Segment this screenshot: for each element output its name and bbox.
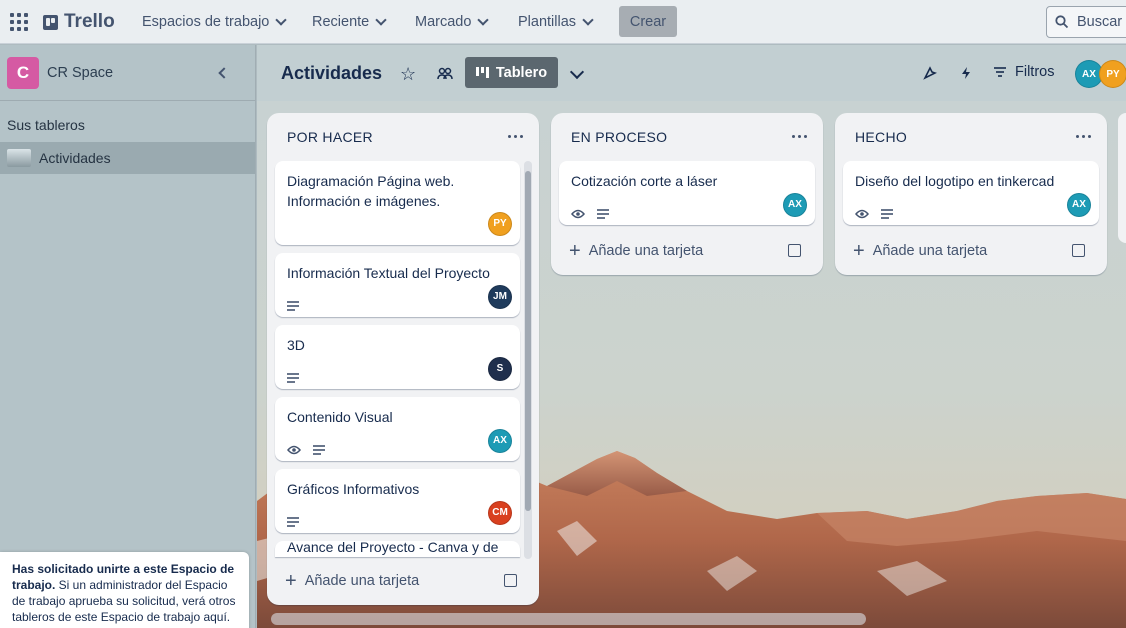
card-title: 3D (287, 337, 305, 353)
card-member-avatar[interactable]: JM (488, 285, 512, 309)
nav-workspaces[interactable]: Espacios de trabajo (142, 0, 288, 44)
add-card-button[interactable]: + Añade una tarjeta (275, 565, 531, 597)
card[interactable]: 3D S (275, 325, 520, 389)
card-template-icon[interactable] (1072, 244, 1085, 257)
card[interactable]: Información Textual del Proyecto JM (275, 253, 520, 317)
card[interactable]: Diseño del logotipo en tinkercad AX (843, 161, 1099, 225)
app-switcher-icon[interactable] (10, 13, 28, 31)
card-title: Contenido Visual (287, 409, 393, 425)
card-member-avatar[interactable]: CM (488, 501, 512, 525)
list-menu-icon[interactable] (792, 135, 807, 138)
list-title[interactable]: HECHO (835, 113, 1107, 161)
filter-icon (994, 67, 1006, 77)
plus-icon: + (569, 240, 581, 262)
workspace-sidebar: C CR Space Sus tableros Actividades Has … (0, 45, 256, 628)
view-switcher-chevron-icon[interactable] (569, 64, 585, 80)
board-view-button[interactable]: Tablero (465, 57, 558, 88)
description-icon (287, 517, 299, 527)
card-title: Avance del Proyecto - Canva y de (287, 541, 499, 555)
create-button[interactable]: Crear (619, 6, 677, 37)
boards-section-title: Sus tableros (7, 117, 85, 133)
plus-icon: + (285, 570, 297, 592)
board-member-avatar[interactable]: PY (1099, 60, 1126, 88)
chevron-down-icon (275, 14, 288, 26)
filters-button[interactable]: Filtros (993, 64, 1054, 80)
collapse-sidebar-icon[interactable] (218, 67, 230, 79)
nav-recent[interactable]: Reciente (312, 0, 387, 44)
card[interactable]: Cotización corte a láser AX (559, 161, 815, 225)
card-member-avatar[interactable]: AX (1067, 193, 1091, 217)
nav-starred[interactable]: Marcado (415, 0, 490, 44)
workspace-avatar[interactable]: C (7, 56, 39, 89)
card[interactable]: Avance del Proyecto - Canva y de (275, 541, 520, 557)
description-icon (313, 445, 325, 455)
join-request-notice: Has solicitado unirte a este Espacio de … (0, 552, 249, 628)
list-en-proceso: EN PROCESO Cotización corte a láser AX +… (551, 113, 823, 275)
star-icon[interactable]: ☆ (400, 64, 416, 85)
add-card-button[interactable]: + Añade una tarjeta (559, 235, 815, 267)
card[interactable]: Contenido Visual AX (275, 397, 520, 461)
list-scrollbar[interactable] (524, 161, 532, 559)
card-member-avatar[interactable]: AX (488, 429, 512, 453)
trello-logo-icon (43, 14, 58, 30)
board-header: Actividades ☆ Tablero Filtros AX PY (257, 45, 1126, 101)
watching-eye-icon (287, 445, 301, 455)
add-card-button[interactable]: + Añade una tarjeta (843, 235, 1099, 267)
card-member-avatar[interactable]: PY (488, 212, 512, 236)
list-title[interactable]: EN PROCESO (551, 113, 823, 161)
card-title: Gráficos Informativos (287, 481, 420, 497)
card-member-avatar[interactable]: AX (783, 193, 807, 217)
list-title[interactable]: POR HACER (267, 113, 539, 161)
watching-eye-icon (855, 209, 869, 219)
board-title[interactable]: Actividades (281, 63, 382, 84)
card[interactable]: Diagramación Página web. Información e i… (275, 161, 520, 245)
search-icon (1055, 15, 1069, 29)
card[interactable]: Gráficos Informativos CM (275, 469, 520, 533)
card-title: Información Textual del Proyecto (287, 265, 490, 281)
sidebar-board-actividades[interactable]: Actividades (0, 142, 255, 174)
search-input[interactable]: Buscar (1046, 6, 1126, 38)
description-icon (597, 209, 609, 219)
board-thumbnail (7, 149, 31, 167)
nav-templates[interactable]: Plantillas (518, 0, 594, 44)
card-template-icon[interactable] (788, 244, 801, 257)
chevron-down-icon (477, 14, 490, 26)
card-member-avatar[interactable]: S (488, 357, 512, 381)
watching-eye-icon (571, 209, 585, 219)
list-menu-icon[interactable] (1076, 135, 1091, 138)
workspace-visibility-icon[interactable] (437, 65, 453, 81)
list-menu-icon[interactable] (508, 135, 523, 138)
board-canvas: POR HACER Diagramación Página web. Infor… (257, 101, 1126, 628)
workspace-name[interactable]: CR Space (47, 65, 113, 81)
add-another-list-button[interactable] (1118, 113, 1126, 243)
card-title: Diagramación Página web. Información e i… (287, 173, 455, 209)
description-icon (287, 373, 299, 383)
list-hecho: HECHO Diseño del logotipo en tinkercad A… (835, 113, 1107, 275)
workspace-header: C CR Space (0, 45, 255, 101)
board-horizontal-scrollbar[interactable] (271, 613, 866, 625)
trello-logo[interactable]: Trello (43, 11, 115, 33)
scrollbar-thumb[interactable] (525, 171, 531, 511)
top-navigation-bar: Trello Espacios de trabajo Reciente Marc… (0, 0, 1126, 44)
board-view-icon (475, 66, 489, 78)
chevron-down-icon (375, 14, 387, 26)
card-title: Diseño del logotipo en tinkercad (855, 173, 1055, 189)
chevron-down-icon (582, 14, 594, 26)
card-template-icon[interactable] (504, 574, 517, 587)
automation-icon[interactable] (959, 66, 973, 80)
list-por-hacer: POR HACER Diagramación Página web. Infor… (267, 113, 539, 605)
card-title: Cotización corte a láser (571, 173, 718, 189)
plus-icon: + (853, 240, 865, 262)
power-ups-icon[interactable] (923, 66, 937, 80)
description-icon (881, 209, 893, 219)
description-icon (287, 301, 299, 311)
